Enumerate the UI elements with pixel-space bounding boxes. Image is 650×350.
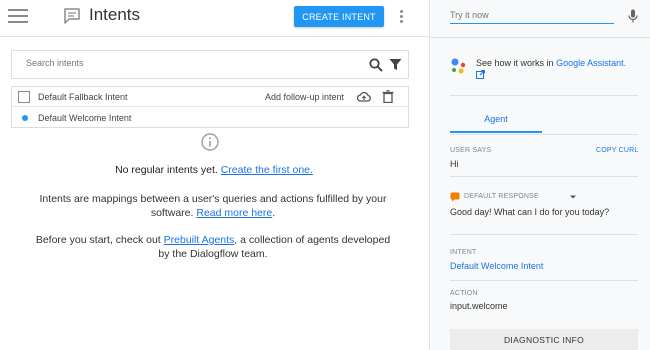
- add-follow-up-intent-link[interactable]: Add follow-up intent: [265, 92, 344, 102]
- response-badge-icon: [450, 192, 460, 202]
- search-box: [11, 50, 409, 79]
- matched-intent-link[interactable]: Default Welcome Intent: [450, 261, 543, 271]
- empty-state-message: No regular intents yet. Create the first…: [0, 164, 428, 176]
- open-external-icon[interactable]: [476, 70, 485, 79]
- panel-divider: [450, 95, 638, 96]
- intent-row[interactable]: Default Fallback Intent Add follow-up in…: [12, 87, 408, 107]
- intent-list: Default Fallback Intent Add follow-up in…: [11, 86, 409, 128]
- intent-label: INTENT: [450, 249, 477, 256]
- read-more-link[interactable]: Read more here: [196, 207, 272, 219]
- default-response-label: DEFAULT RESPONSE: [464, 193, 539, 200]
- panel-divider: [450, 176, 638, 177]
- assistant-promo: See how it works in Google Assistant.: [476, 57, 646, 81]
- active-dot-icon: [22, 115, 28, 121]
- top-bar: Intents CREATE INTENT: [0, 0, 428, 37]
- tabs-underline: [450, 134, 638, 135]
- cloud-upload-icon[interactable]: [357, 90, 371, 104]
- panel-divider: [450, 280, 638, 281]
- microphone-icon[interactable]: [628, 9, 638, 23]
- create-first-intent-link[interactable]: Create the first one.: [221, 164, 313, 176]
- tab-agent[interactable]: Agent: [450, 109, 542, 133]
- panel-divider: [450, 234, 638, 235]
- copy-curl-link[interactable]: COPY CURL: [596, 147, 639, 154]
- user-says-value: Hi: [450, 159, 459, 169]
- more-vert-icon[interactable]: [400, 10, 404, 24]
- prebuilt-agents-link[interactable]: Prebuilt Agents: [164, 234, 235, 246]
- filter-icon[interactable]: [389, 58, 402, 71]
- user-says-label: USER SAYS: [450, 147, 492, 154]
- intents-main-area: Intents CREATE INTENT Default Fallback I…: [0, 0, 428, 350]
- google-assistant-link[interactable]: Google Assistant.: [556, 58, 626, 68]
- action-label: ACTION: [450, 290, 478, 297]
- hamburger-menu-icon[interactable]: [8, 9, 28, 25]
- chevron-down-icon[interactable]: [569, 193, 577, 201]
- assistant-promo-text: See how it works in: [476, 58, 554, 68]
- page-title: Intents: [89, 5, 141, 24]
- intent-checkbox[interactable]: [18, 91, 30, 103]
- intents-description-end: .: [272, 207, 276, 219]
- intent-row[interactable]: Default Welcome Intent: [12, 108, 408, 128]
- action-value: input.welcome: [450, 301, 508, 311]
- panel-divider: [430, 37, 650, 38]
- search-input[interactable]: [26, 58, 326, 68]
- try-it-now-input[interactable]: [450, 7, 614, 24]
- intent-name[interactable]: Default Welcome Intent: [38, 113, 131, 123]
- google-assistant-icon: [451, 58, 466, 74]
- default-response-value: Good day! What can I do for you today?: [450, 207, 610, 217]
- create-intent-button[interactable]: CREATE INTENT: [294, 6, 384, 27]
- search-icon[interactable]: [369, 58, 383, 72]
- info-icon: [201, 133, 219, 151]
- prebuilt-note-before: Before you start, check out: [35, 234, 161, 246]
- diagnostic-info-button[interactable]: DIAGNOSTIC INFO: [450, 329, 638, 350]
- intents-description: Intents are mappings between a user's qu…: [30, 192, 396, 220]
- trash-icon[interactable]: [382, 90, 394, 103]
- intent-name[interactable]: Default Fallback Intent: [38, 92, 128, 102]
- test-console-panel: See how it works in Google Assistant. Ag…: [429, 0, 650, 350]
- chat-bubble-icon: [64, 8, 80, 24]
- prebuilt-agents-note: Before you start, check out Prebuilt Age…: [30, 233, 396, 261]
- empty-state-text: No regular intents yet.: [115, 164, 218, 176]
